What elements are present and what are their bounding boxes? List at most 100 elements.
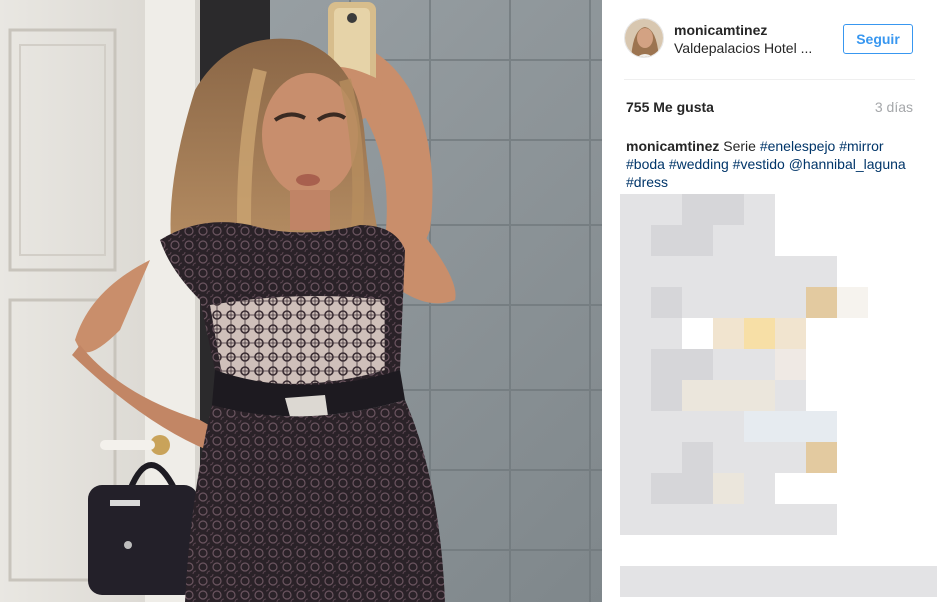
mosaic-cell xyxy=(775,566,806,597)
mosaic-cell xyxy=(713,504,744,535)
mosaic-cell xyxy=(651,318,682,349)
mosaic-cell xyxy=(713,194,744,225)
post-header: monicamtinez Valdepalacios Hotel ... Seg… xyxy=(624,18,915,80)
mosaic-cell xyxy=(651,194,682,225)
mosaic-cell xyxy=(651,225,682,256)
mosaic-cell xyxy=(744,349,775,380)
mosaic-cell xyxy=(713,442,744,473)
mosaic-cell xyxy=(620,318,651,349)
mosaic-cell xyxy=(744,318,775,349)
hashtag-dress[interactable]: #dress xyxy=(626,174,668,190)
mosaic-cell xyxy=(713,473,744,504)
hashtag-mirror[interactable]: #mirror xyxy=(839,138,883,154)
mosaic-cell xyxy=(620,566,651,597)
mosaic-cell xyxy=(713,287,744,318)
mosaic-cell xyxy=(682,256,713,287)
mosaic-cell xyxy=(651,411,682,442)
mosaic-cell xyxy=(651,349,682,380)
mosaic-cell xyxy=(775,287,806,318)
mosaic-cell xyxy=(682,349,713,380)
mosaic-cell xyxy=(651,473,682,504)
mosaic-cell xyxy=(682,225,713,256)
mosaic-cell xyxy=(620,225,651,256)
mosaic-cell xyxy=(868,566,899,597)
mosaic-cell xyxy=(651,287,682,318)
mosaic-cell xyxy=(620,287,651,318)
mosaic-cell xyxy=(806,566,837,597)
mosaic-cell xyxy=(682,473,713,504)
mosaic-cell xyxy=(775,442,806,473)
mosaic-cell xyxy=(682,194,713,225)
mosaic-cell xyxy=(713,566,744,597)
avatar[interactable] xyxy=(624,18,664,58)
hashtag-boda[interactable]: #boda xyxy=(626,156,665,172)
mosaic-cell xyxy=(806,256,837,287)
post-age[interactable]: 3 días xyxy=(875,99,913,115)
mosaic-cell xyxy=(775,256,806,287)
follow-button[interactable]: Seguir xyxy=(843,24,913,54)
mosaic-cell xyxy=(744,504,775,535)
mosaic-cell xyxy=(930,566,937,597)
mosaic-cell xyxy=(682,566,713,597)
mosaic-cell xyxy=(806,411,837,442)
hashtag-enelespejo[interactable]: #enelespejo xyxy=(760,138,836,154)
mosaic-cell xyxy=(744,256,775,287)
mosaic-cell xyxy=(837,287,868,318)
mosaic-cell xyxy=(682,504,713,535)
mosaic-cell xyxy=(651,380,682,411)
mosaic-cell xyxy=(744,442,775,473)
mosaic-cell xyxy=(713,349,744,380)
likes-count[interactable]: 755 Me gusta xyxy=(626,99,714,115)
mosaic-cell xyxy=(775,411,806,442)
mosaic-cell xyxy=(713,225,744,256)
mosaic-cell xyxy=(744,194,775,225)
hashtag-wedding[interactable]: #wedding xyxy=(669,156,729,172)
mosaic-cell xyxy=(651,256,682,287)
mosaic-cell xyxy=(620,349,651,380)
mosaic-cell xyxy=(744,411,775,442)
mosaic-cell xyxy=(837,566,868,597)
mosaic-cell xyxy=(775,380,806,411)
post-caption: monicamtinez Serie #enelespejo #mirror #… xyxy=(626,137,906,191)
obscured-comments xyxy=(620,194,937,602)
post-location[interactable]: Valdepalacios Hotel ... xyxy=(674,40,834,56)
mosaic-cell xyxy=(775,318,806,349)
mosaic-cell xyxy=(744,566,775,597)
mosaic-cell xyxy=(806,504,837,535)
mosaic-cell xyxy=(620,256,651,287)
mosaic-cell xyxy=(620,411,651,442)
mosaic-cell xyxy=(744,225,775,256)
mosaic-cell xyxy=(682,411,713,442)
mosaic-cell xyxy=(620,504,651,535)
mosaic-cell xyxy=(744,473,775,504)
mosaic-cell xyxy=(713,380,744,411)
mosaic-cell xyxy=(744,287,775,318)
mosaic-cell xyxy=(744,380,775,411)
mosaic-cell xyxy=(620,380,651,411)
hashtag-vestido[interactable]: #vestido xyxy=(733,156,785,172)
mosaic-cell xyxy=(713,411,744,442)
caption-username[interactable]: monicamtinez xyxy=(626,138,719,154)
post-photo-image xyxy=(0,0,602,602)
mosaic-cell xyxy=(620,473,651,504)
mosaic-cell xyxy=(775,504,806,535)
mosaic-cell xyxy=(899,566,930,597)
mosaic-cell xyxy=(713,256,744,287)
avatar-image xyxy=(625,19,663,57)
mosaic-cell xyxy=(806,287,837,318)
mosaic-cell xyxy=(651,504,682,535)
mention-hannibal-laguna[interactable]: @hannibal_laguna xyxy=(789,156,906,172)
mosaic-cell xyxy=(682,442,713,473)
mosaic-cell xyxy=(651,566,682,597)
mosaic-cell xyxy=(620,194,651,225)
post-username[interactable]: monicamtinez xyxy=(674,22,767,38)
mosaic-cell xyxy=(713,318,744,349)
post-photo[interactable] xyxy=(0,0,602,602)
caption-text: Serie xyxy=(723,138,756,154)
mosaic-cell xyxy=(620,442,651,473)
mosaic-cell xyxy=(806,442,837,473)
mosaic-cell xyxy=(682,287,713,318)
mosaic-cell xyxy=(775,349,806,380)
post-sidebar: monicamtinez Valdepalacios Hotel ... Seg… xyxy=(602,0,937,602)
mosaic-cell xyxy=(682,380,713,411)
